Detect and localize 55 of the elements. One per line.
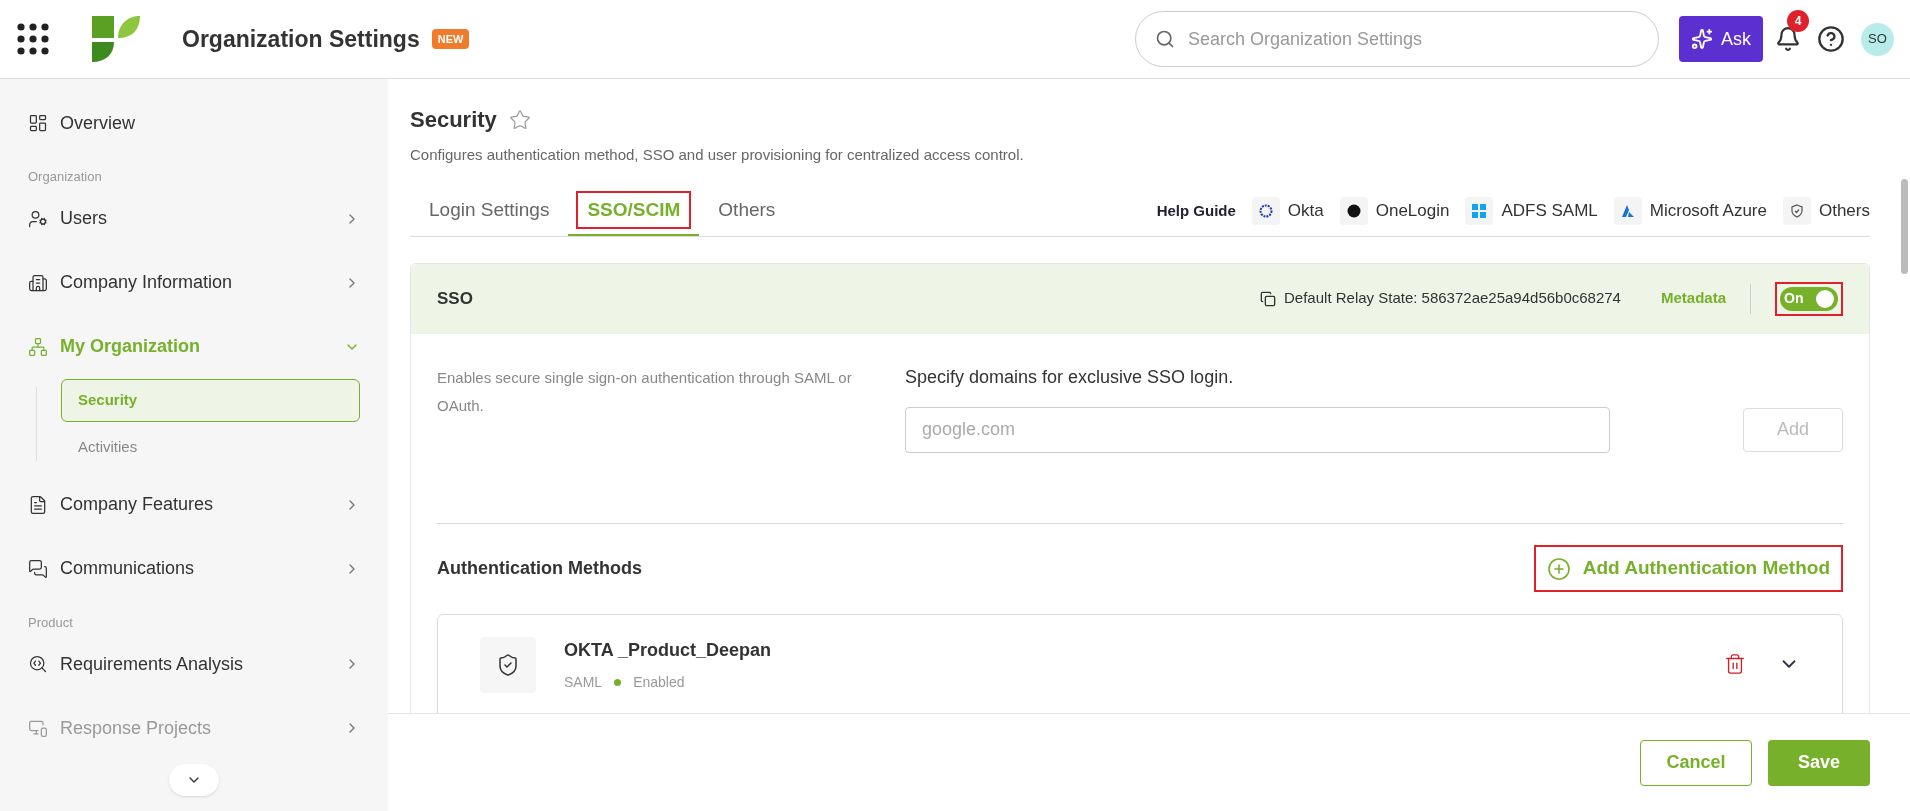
guide-link[interactable]: ADFS SAML	[1465, 197, 1598, 225]
guide-link[interactable]: OneLogin	[1339, 197, 1450, 225]
brand-icon	[1465, 197, 1494, 225]
relay-state: Default Relay State: 586372ae25a94d56b0c68274	[1284, 288, 1621, 309]
guide-link[interactable]: Microsoft Azure	[1613, 197, 1767, 225]
shield-icon	[480, 636, 536, 693]
sparkle-icon	[1691, 28, 1713, 50]
devices-icon	[28, 718, 48, 738]
section-title: Authentication Methods	[437, 557, 643, 580]
user-gear-icon	[28, 208, 48, 229]
brand-icon	[1613, 197, 1642, 225]
notification-count: 4	[1787, 10, 1809, 32]
brand-icon	[1782, 197, 1811, 225]
search-icon	[1155, 29, 1175, 49]
sidebar-item[interactable]: Requirements Analysis	[28, 632, 360, 696]
domain-input[interactable]: google.com	[905, 406, 1610, 453]
guide-link[interactable]: Others	[1782, 197, 1870, 225]
sidebar-item[interactable]: Company Information	[28, 250, 360, 315]
delete-icon[interactable]	[1724, 652, 1746, 675]
dashboard-icon	[28, 113, 48, 133]
chat-bubbles-icon	[28, 558, 48, 579]
star-icon[interactable]	[508, 108, 531, 131]
page-title: Security	[410, 106, 497, 134]
sidebar-item[interactable]: Overview	[28, 91, 360, 155]
brand-icon	[1251, 197, 1280, 225]
sidebar-item[interactable]: Company Features	[28, 472, 360, 537]
brand-icon	[1339, 197, 1368, 225]
help-guide-label: Help Guide	[1156, 200, 1236, 221]
tab[interactable]: Login Settings	[423, 195, 556, 225]
method-status: Enabled	[633, 672, 685, 692]
tab[interactable]: Others	[712, 195, 782, 225]
copy-icon[interactable]	[1260, 290, 1276, 307]
method-name: OKTA _Product_Deepan	[564, 638, 772, 662]
app-title: Organization Settings	[182, 24, 420, 54]
search-field[interactable]: Search Organization Settings	[1135, 11, 1659, 67]
guide-link[interactable]: Okta	[1251, 197, 1324, 225]
sso-description: Enables secure single sign-on authentication through SAML or OAuth.	[437, 367, 853, 416]
new-badge: NEW	[431, 28, 470, 50]
logo-icon	[90, 14, 142, 64]
section-label: Product	[28, 613, 73, 632]
sidebar-item[interactable]: Users	[28, 186, 360, 251]
card-title: SSO	[437, 287, 474, 310]
hierarchy-icon	[28, 336, 48, 357]
sidebar-item[interactable]: Communications	[28, 536, 360, 601]
app-grid-icon	[16, 22, 50, 56]
help-icon[interactable]	[1817, 25, 1845, 53]
building-icon	[28, 272, 48, 293]
section-label: Organization	[28, 168, 102, 186]
ask-button[interactable]: Ask	[1679, 16, 1763, 62]
method-type: SAML	[564, 672, 603, 692]
page-description: Configures authentication method, SSO and user provisioning for centralized access control.	[410, 145, 1025, 165]
domains-label: Specify domains for exclusive SSO login.	[905, 365, 1235, 389]
notification-icon[interactable]	[1775, 26, 1801, 52]
plus-circle-icon	[1546, 556, 1571, 581]
avatar[interactable]: SO	[1861, 22, 1894, 56]
